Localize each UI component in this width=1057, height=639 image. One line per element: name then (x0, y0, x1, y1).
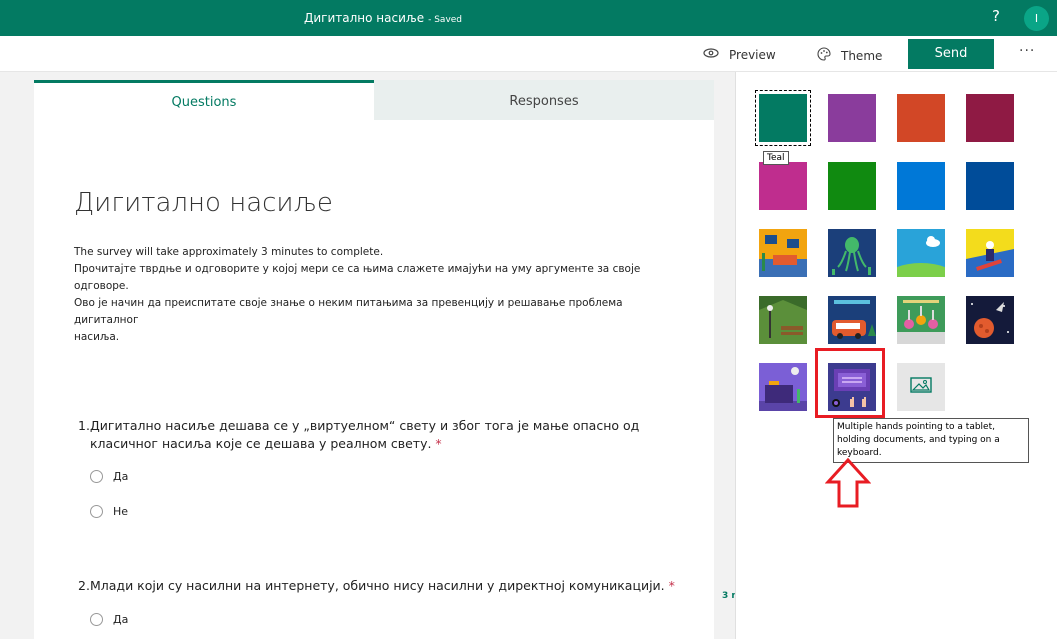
form-name-heading: Дигитално насиље - Saved (304, 11, 462, 25)
question-text: Дигитално насиље дешава се у „виртуелном… (90, 418, 640, 451)
question-text: Млади који су насилни на интернету, обич… (90, 578, 665, 593)
theme-image-lab[interactable] (897, 296, 945, 344)
image-upload-icon (910, 377, 932, 397)
theme-magenta[interactable] (759, 162, 807, 210)
option-label: Да (113, 470, 129, 483)
saved-status: - Saved (428, 15, 463, 25)
theme-panel: Teal Multiple hands pointing to a tablet… (735, 72, 1057, 639)
option-no[interactable]: Не (90, 505, 128, 518)
form-tabs: Questions Responses (34, 80, 714, 120)
theme-orange[interactable] (897, 94, 945, 142)
option-yes[interactable]: Да (90, 613, 128, 626)
theme-image-park[interactable] (759, 296, 807, 344)
description-line: Прочитајте тврдње и одговорите у којој м… (74, 263, 641, 275)
theme-image-space[interactable] (966, 296, 1014, 344)
preview-button[interactable]: Preview (703, 47, 776, 62)
option-label: Не (113, 505, 129, 518)
theme-purple[interactable] (828, 94, 876, 142)
theme-image-octopus[interactable] (828, 229, 876, 277)
theme-teal[interactable] (755, 90, 811, 146)
theme-label: Theme (841, 49, 883, 63)
up-arrow-icon (824, 457, 872, 513)
required-marker: * (435, 436, 442, 451)
radio-button[interactable] (90, 613, 103, 626)
tooltip-teal: Teal (763, 151, 789, 165)
description-line: The survey will take approximately 3 min… (74, 246, 384, 258)
preview-label: Preview (729, 47, 776, 62)
description-line: Ово је начин да преиспитате своје знање … (74, 297, 623, 309)
theme-green[interactable] (828, 162, 876, 210)
radio-button[interactable] (90, 505, 103, 518)
description-line: дигиталног (74, 314, 139, 326)
annotation-highlight-box (815, 348, 885, 418)
more-options-icon[interactable]: ··· (1019, 43, 1035, 59)
avatar[interactable]: I (1024, 6, 1049, 31)
theme-image-living-room[interactable] (759, 229, 807, 277)
question-2[interactable]: 2. Млади који су насилни на интернету, о… (78, 577, 698, 595)
tab-responses[interactable]: Responses (374, 80, 714, 120)
eye-icon (703, 47, 719, 62)
form-title[interactable]: Дигитално насиље (74, 188, 333, 218)
form-name: Дигитално насиље (304, 11, 425, 25)
required-marker: * (668, 578, 675, 593)
option-yes[interactable]: Да (90, 470, 128, 483)
help-icon[interactable]: ? (992, 7, 1000, 25)
form-description[interactable]: The survey will take approximately 3 min… (74, 244, 674, 346)
theme-blue[interactable] (897, 162, 945, 210)
form-editor: Дигитално насиље The survey will take ap… (34, 120, 714, 639)
question-number: 1. (78, 418, 90, 433)
send-button[interactable]: Send (908, 39, 994, 69)
theme-image-bus[interactable] (828, 296, 876, 344)
theme-image-cloud[interactable] (897, 229, 945, 277)
description-line: насиља. (74, 331, 120, 343)
question-1[interactable]: 1. Дигитално насиље дешава се у „виртуел… (78, 417, 698, 453)
theme-button[interactable]: Theme (817, 47, 882, 65)
question-number: 2. (78, 578, 90, 593)
description-line: одговоре. (74, 280, 129, 292)
side-badge: 3 r (722, 591, 736, 601)
theme-navy[interactable] (966, 162, 1014, 210)
theme-image-office-desk[interactable] (759, 363, 807, 411)
theme-image-snowboard[interactable] (966, 229, 1014, 277)
palette-icon (817, 47, 831, 65)
theme-maroon[interactable] (966, 94, 1014, 142)
theme-upload-image[interactable] (897, 363, 945, 411)
top-bar: Дигитално насиље - Saved ? I (0, 0, 1057, 36)
radio-button[interactable] (90, 470, 103, 483)
option-label: Да (113, 613, 129, 626)
command-bar: Preview Theme Send ··· (0, 36, 1057, 72)
tab-questions[interactable]: Questions (34, 80, 374, 120)
